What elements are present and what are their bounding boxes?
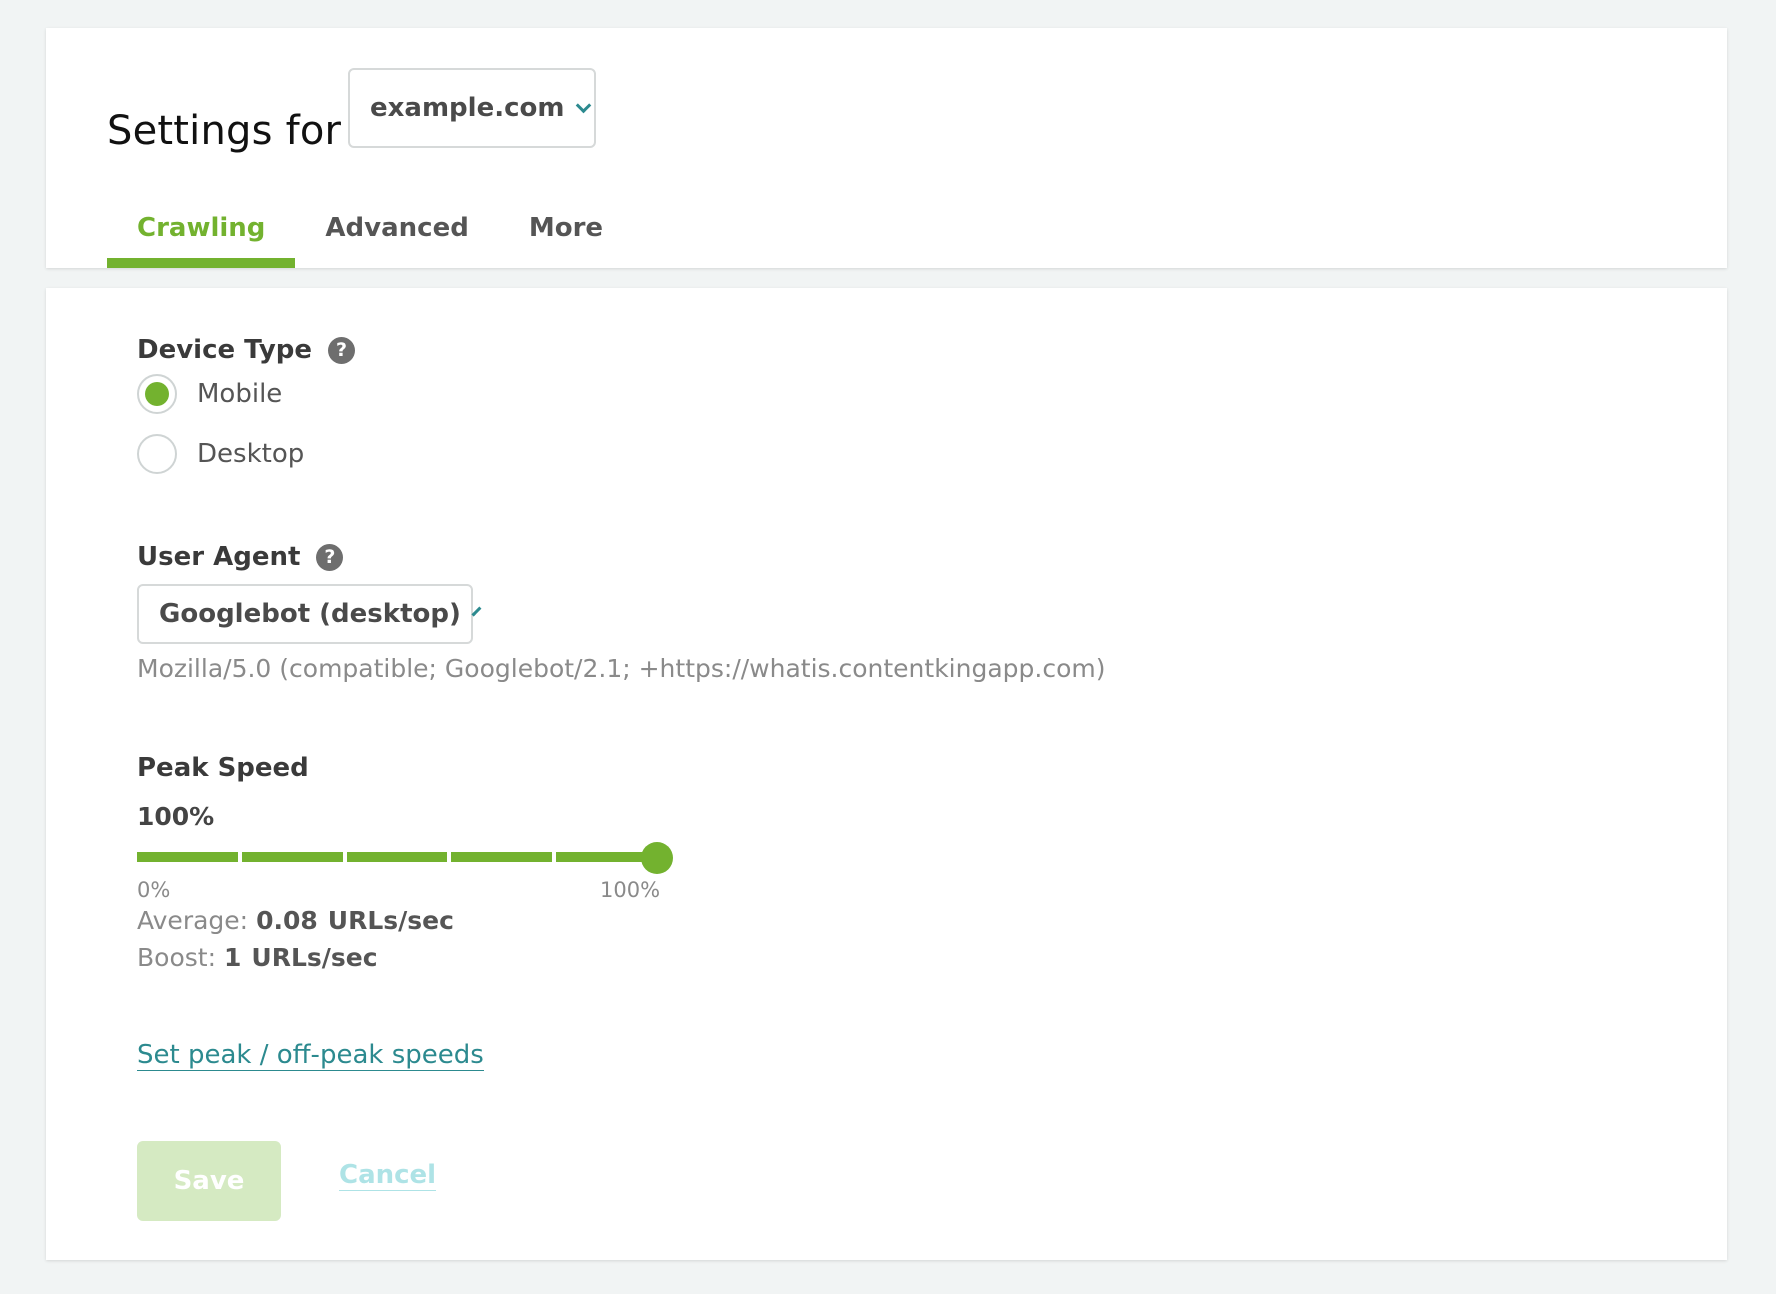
boost-speed-row: Boost: 1 URLs/sec	[137, 943, 378, 972]
radio-selected-dot	[145, 382, 169, 406]
desktop-label: Desktop	[197, 439, 305, 469]
chevron-down-icon	[576, 97, 592, 113]
website-select[interactable]: example.com	[348, 68, 596, 148]
settings-header-card: Settings for example.com Crawling Advanc…	[46, 28, 1727, 268]
user-agent-section: User Agent ?	[137, 542, 344, 572]
boost-speed-value: 1	[224, 943, 242, 972]
mobile-radio[interactable]	[137, 374, 177, 414]
device-type-label: Device Type	[137, 335, 313, 365]
page-title: Settings for	[107, 108, 342, 154]
average-speed-label: Average:	[137, 906, 249, 935]
slider-segment	[451, 852, 553, 862]
peak-speed-slider[interactable]	[137, 842, 681, 874]
slider-thumb[interactable]	[641, 842, 673, 874]
desktop-radio[interactable]	[137, 434, 177, 474]
slider-segment	[137, 852, 238, 862]
chevron-down-icon	[471, 606, 482, 616]
cancel-button[interactable]: Cancel	[339, 1160, 437, 1191]
user-agent-select[interactable]: Googlebot (desktop)	[137, 584, 482, 644]
tab-more[interactable]: More	[499, 203, 633, 268]
user-agent-string: Mozilla/5.0 (compatible; Googlebot/2.1; …	[137, 654, 1106, 683]
help-icon[interactable]: ?	[328, 336, 356, 364]
device-type-section: Device Type ?	[137, 335, 356, 365]
user-agent-select-value: Googlebot (desktop)	[159, 599, 461, 629]
peak-speed-section: Peak Speed	[137, 753, 309, 783]
save-button[interactable]: Save	[137, 1141, 281, 1221]
tab-advanced[interactable]: Advanced	[295, 203, 498, 268]
set-peak-off-peak-link[interactable]: Set peak / off-peak speeds	[137, 1040, 484, 1071]
device-type-mobile-option[interactable]: Mobile	[137, 374, 282, 414]
mobile-label: Mobile	[197, 379, 283, 409]
device-type-desktop-option[interactable]: Desktop	[137, 434, 304, 474]
help-icon[interactable]: ?	[316, 543, 344, 571]
slider-segment	[241, 852, 343, 862]
crawling-settings-card: Device Type ? Mobile Desktop User Agent …	[46, 288, 1727, 1260]
settings-tabs: Crawling Advanced More	[107, 203, 633, 268]
boost-speed-unit: URLs/sec	[251, 943, 378, 972]
slider-segment	[346, 852, 448, 862]
website-select-value: example.com	[370, 93, 565, 123]
boost-speed-label: Boost:	[137, 943, 216, 972]
tab-crawling[interactable]: Crawling	[107, 203, 296, 268]
average-speed-row: Average: 0.08 URLs/sec	[137, 906, 454, 935]
slider-min-label: 0%	[137, 878, 171, 902]
peak-speed-value: 100%	[137, 802, 215, 831]
average-speed-unit: URLs/sec	[327, 906, 454, 935]
slider-max-label: 100%	[600, 878, 661, 902]
average-speed-value: 0.08	[256, 906, 318, 935]
user-agent-label: User Agent	[137, 542, 301, 572]
peak-speed-label: Peak Speed	[137, 753, 309, 783]
